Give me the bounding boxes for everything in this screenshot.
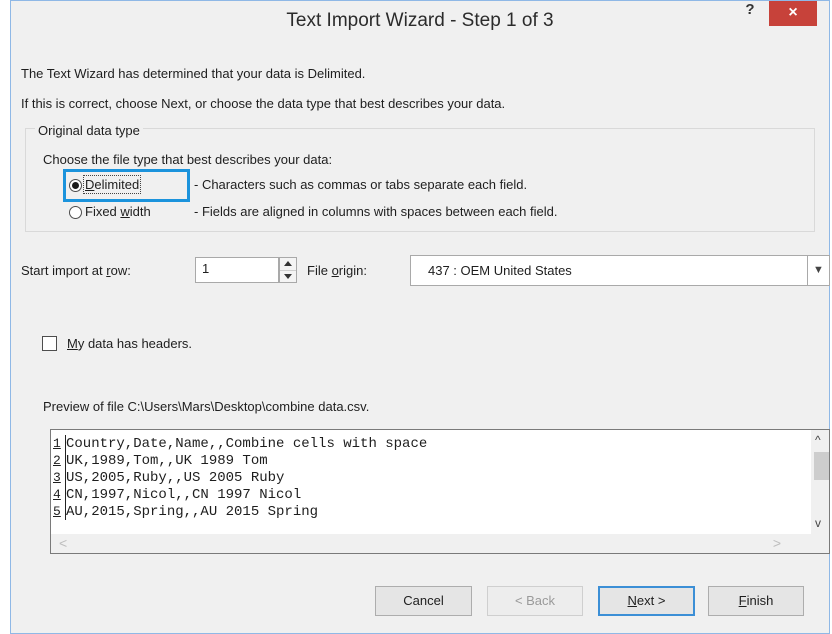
row-text: UK,1989,Tom,,UK 1989 Tom [66,453,268,469]
start-import-row-input[interactable]: 1 [195,257,279,283]
next-button[interactable]: Next > [598,586,695,616]
window-title: Text Import Wizard - Step 1 of 3 [286,10,554,31]
finish-mnemonic: F [738,593,747,608]
delimited-radio[interactable] [69,179,82,192]
fixed-width-radio[interactable] [69,206,82,219]
close-button[interactable]: × [769,1,817,26]
preview-row: 4 CN,1997,Nicol,,CN 1997 Nicol [51,486,427,503]
scroll-left-icon[interactable]: < [59,535,67,551]
delimited-description: - Characters such as commas or tabs sepa… [194,177,528,192]
row-number: 4 [51,486,66,503]
start-import-row-label: Start import at row: [21,263,131,278]
row-number: 1 [51,435,66,452]
group-label: Original data type [35,123,143,138]
cancel-button[interactable]: Cancel [375,586,472,616]
file-origin-label-post: rigin: [338,263,367,278]
row-text: AU,2015,Spring,,AU 2015 Spring [66,504,319,520]
next-mnemonic: N [627,593,637,608]
spinner-up-button[interactable] [280,258,296,270]
preview-label: Preview of file C:\Users\Mars\Desktop\co… [43,399,370,414]
fixed-width-description: - Fields are aligned in columns with spa… [194,204,558,219]
file-origin-label-pre: File [307,263,332,278]
delimited-label-post: elimited [94,177,140,192]
vertical-scrollbar[interactable]: ^ v [811,430,829,535]
text-import-wizard-window: Text Import Wizard - Step 1 of 3 ? × The… [10,0,830,634]
scroll-right-icon[interactable]: > [773,535,781,551]
spinner-down-button[interactable] [280,270,296,283]
fixed-width-label[interactable]: Fixed width [85,204,151,219]
fixed-width-label-pre: Fixed [85,204,121,219]
row-text: CN,1997,Nicol,,CN 1997 Nicol [66,487,302,503]
chevron-down-icon[interactable]: ▼ [807,256,829,285]
preview-row: 3 US,2005,Ruby,,US 2005 Ruby [51,469,427,486]
spinner-up-icon [284,261,292,266]
fixed-width-mnemonic: w [120,204,130,219]
delimited-label[interactable]: Delimited [82,175,142,194]
preview-row: 5 AU,2015,Spring,,AU 2015 Spring [51,503,427,520]
file-origin-select[interactable]: 437 : OEM United States ▼ [410,255,830,286]
file-origin-label: File origin: [307,263,367,278]
delimited-mnemonic: D [85,177,95,192]
back-button[interactable]: < Back [487,586,583,616]
help-button[interactable]: ? [738,1,762,23]
preview-rows: 1 Country,Date,Name,,Combine cells with s… [51,435,427,520]
intro-line-2: If this is correct, choose Next, or choo… [21,96,506,111]
preview-row: 1 Country,Date,Name,,Combine cells with s… [51,435,427,452]
row-text: Country,Date,Name,,Combine cells with sp… [66,436,428,452]
file-origin-mnemonic: o [331,263,339,278]
headers-label-post: y data has headers. [77,336,193,351]
file-preview[interactable]: 1 Country,Date,Name,,Combine cells with s… [50,429,830,554]
headers-checkbox[interactable] [42,336,57,351]
finish-label-post: inish [746,593,774,608]
finish-button[interactable]: Finish [708,586,804,616]
start-import-row-label-post: ow: [110,263,131,278]
start-import-row-label-pre: Start import at [21,263,107,278]
file-origin-value: 437 : OEM United States [428,263,572,278]
horizontal-scrollbar[interactable]: < > [51,534,829,553]
spinner-down-icon [284,274,292,279]
scroll-thumb[interactable] [814,452,829,480]
row-number: 2 [51,452,66,469]
row-number: 3 [51,469,66,486]
preview-row: 2 UK,1989,Tom,,UK 1989 Tom [51,452,427,469]
scroll-up-icon[interactable]: ^ [815,433,821,447]
fixed-width-label-post: idth [129,204,151,219]
row-number: 5 [51,503,66,520]
scroll-down-icon[interactable]: v [815,516,821,530]
title-bar: Text Import Wizard - Step 1 of 3 ? × [11,1,829,47]
headers-checkbox-label[interactable]: My data has headers. [67,336,192,351]
intro-line-1: The Text Wizard has determined that your… [21,66,366,81]
file-type-prompt: Choose the file type that best describes… [43,152,333,167]
next-label-post: ext > [636,593,666,608]
row-text: US,2005,Ruby,,US 2005 Ruby [66,470,285,486]
headers-mnemonic: M [67,336,78,351]
start-import-row-spinner[interactable] [279,257,297,283]
